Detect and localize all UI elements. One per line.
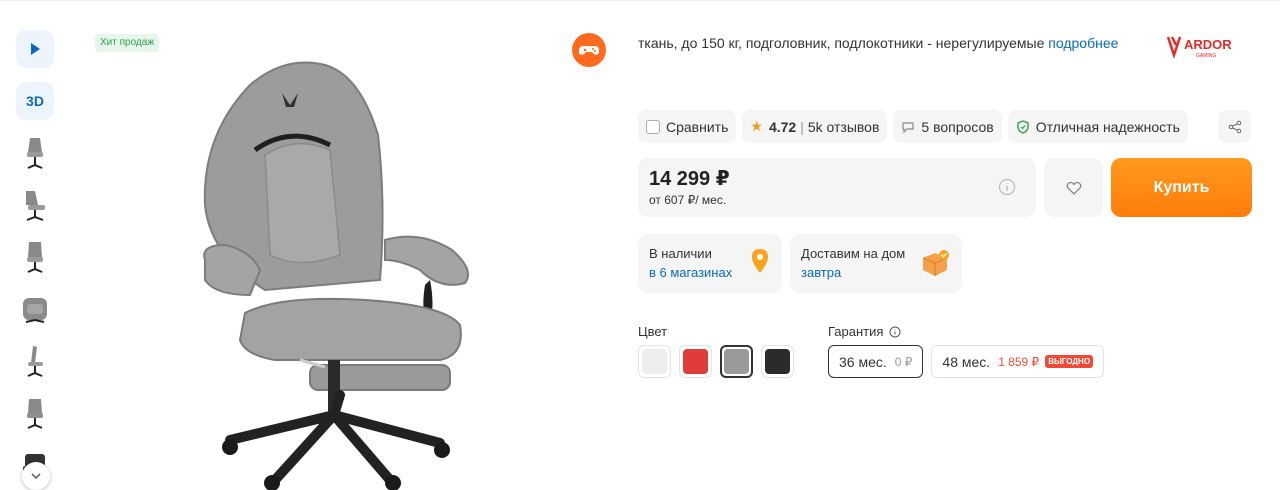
buy-button[interactable]: Купить: [1111, 158, 1252, 217]
heart-icon: [1066, 181, 1081, 195]
warranty-price: 0 ₽: [894, 354, 913, 369]
color-swatch-gray[interactable]: [720, 345, 753, 378]
product-actions-row: Сравнить ★ 4.72 | 5k отзывов 5 вопросов …: [638, 110, 1188, 143]
share-button[interactable]: [1218, 110, 1251, 143]
add-to-favorites-button[interactable]: [1044, 158, 1103, 217]
svg-text:GAMING: GAMING: [1196, 53, 1216, 59]
play-icon: [31, 43, 40, 55]
store-availability[interactable]: В наличии в 6 магазинах: [638, 234, 782, 293]
star-icon: ★: [750, 118, 763, 134]
warranty-option-48[interactable]: 48 мес. 1 859 ₽ ВЫГОДНО: [931, 345, 1105, 378]
chat-icon: [902, 121, 915, 133]
color-label: Цвет: [638, 324, 668, 339]
reliability-label: Отличная надежность: [1035, 118, 1180, 135]
chair-thumbnail-image: [26, 191, 45, 221]
warranty-options: 36 мес. 0 ₽ 48 мес. 1 859 ₽ ВЫГОДНО: [828, 345, 1105, 378]
checkbox-box[interactable]: [646, 119, 660, 134]
chair-thumbnail-image: [27, 399, 43, 429]
info-icon[interactable]: [998, 178, 1016, 196]
delivery-availability[interactable]: Доставим на дом завтра: [790, 234, 962, 293]
shield-icon: [1016, 119, 1029, 134]
product-main-image: [203, 61, 469, 490]
thumbnail-4[interactable]: [16, 290, 54, 330]
thumbnail-6[interactable]: [16, 394, 54, 434]
gamepad-icon: [579, 46, 599, 55]
questions-link[interactable]: 5 вопросов: [893, 110, 1002, 143]
package-icon: [922, 250, 949, 276]
top-divider: [0, 0, 1280, 1]
compare-label: Сравнить: [666, 118, 729, 135]
more-details-link[interactable]: подробнее: [1048, 35, 1118, 51]
installment-price[interactable]: от 607 ₽/ мес.: [649, 193, 1025, 207]
warranty-option-36[interactable]: 36 мес. 0 ₽: [828, 345, 924, 378]
hit-badge: Хит продаж: [95, 34, 160, 52]
swatch-fill: [683, 349, 708, 374]
warranty-term: 48 мес.: [942, 353, 991, 370]
color-swatch-black[interactable]: [761, 345, 794, 378]
info-icon[interactable]: [889, 326, 901, 338]
thumbnail-list: 3D: [16, 30, 56, 490]
product-short-description: ткань, до 150 кг, подголовник, подлокотн…: [638, 35, 1118, 51]
swatch-fill: [724, 349, 749, 374]
swatch-fill: [765, 349, 790, 374]
thumbnail-5[interactable]: [16, 342, 54, 382]
rating-reviews-link[interactable]: ★ 4.72 | 5k отзывов: [742, 110, 888, 143]
three-d-view-button[interactable]: 3D: [16, 82, 54, 120]
chevron-down-icon: [31, 473, 41, 480]
price-value: 14 299 ₽: [649, 168, 730, 190]
chair-thumbnail-image: [27, 346, 43, 377]
svg-text:ARDOR: ARDOR: [1184, 37, 1232, 52]
swatch-fill: [642, 349, 667, 374]
chair-thumbnail-image: [27, 138, 43, 169]
color-swatch-red[interactable]: [679, 345, 712, 378]
brand-logo[interactable]: ARDOR GAMING: [1166, 33, 1256, 59]
rating-value: 4.72: [768, 118, 797, 135]
thumbnail-2[interactable]: [16, 186, 54, 226]
thumbnails-scroll-down-button[interactable]: [22, 462, 50, 490]
separator: |: [800, 118, 804, 135]
color-swatch-white[interactable]: [638, 345, 671, 378]
profitable-badge: ВЫГОДНО: [1045, 355, 1094, 368]
color-options: [638, 345, 794, 378]
video-thumbnail-button[interactable]: [16, 30, 54, 68]
chair-thumbnail-image: [23, 298, 47, 323]
price-block: 14 299 ₽ от 607 ₽/ мес.: [638, 158, 1036, 217]
chair-thumbnail-image: [27, 242, 43, 273]
thumbnail-1[interactable]: [16, 134, 54, 174]
description-text: ткань, до 150 кг, подголовник, подлокотн…: [638, 35, 1045, 51]
questions-count: 5 вопросов: [921, 118, 994, 135]
reliability-badge[interactable]: Отличная надежность: [1007, 110, 1188, 143]
gamepad-category-icon[interactable]: [572, 33, 606, 67]
thumbnail-3[interactable]: [16, 238, 54, 278]
warranty-term: 36 мес.: [839, 353, 887, 370]
share-icon: [1228, 120, 1241, 133]
map-pin-icon: [752, 249, 768, 273]
warranty-label-row: Гарантия: [828, 324, 901, 339]
warranty-price: 1 859 ₽: [998, 354, 1040, 369]
warranty-label: Гарантия: [828, 324, 884, 339]
compare-checkbox[interactable]: Сравнить: [638, 110, 737, 143]
reviews-count: 5k отзывов: [807, 118, 880, 135]
